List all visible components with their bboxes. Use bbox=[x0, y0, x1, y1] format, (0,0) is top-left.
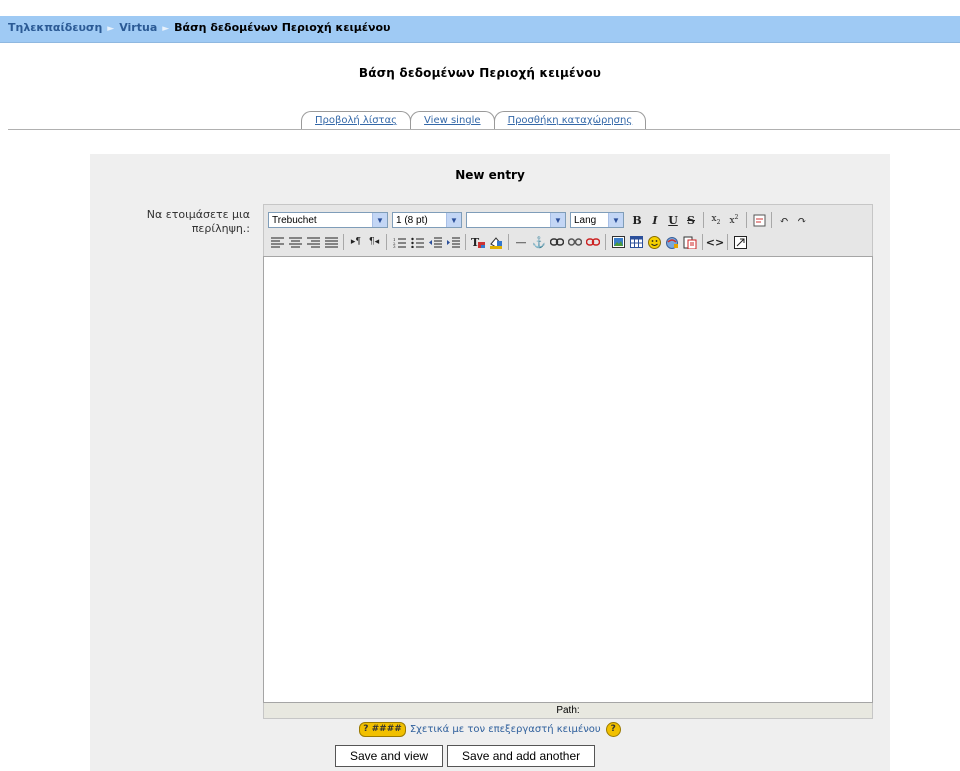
breadcrumb-separator: ► bbox=[162, 24, 170, 34]
svg-text:3: 3 bbox=[393, 244, 396, 248]
form-actions: Save and view Save and add another bbox=[335, 745, 596, 767]
align-right-icon[interactable] bbox=[304, 233, 322, 251]
editor-help-link[interactable]: Σχετικά με τον επεξεργαστή κειμένου bbox=[410, 724, 601, 735]
superscript-icon[interactable]: x2 bbox=[725, 211, 743, 229]
italic-icon[interactable]: I bbox=[646, 211, 664, 229]
keyboard-help-icon[interactable]: ? #### bbox=[359, 722, 406, 737]
horizontal-rule-icon[interactable]: — bbox=[512, 233, 530, 251]
font-size-select[interactable]: 1 (8 pt) ▼ bbox=[392, 212, 462, 228]
font-family-value: Trebuchet bbox=[272, 214, 317, 226]
breadcrumb-current: Βάση δεδομένων Περιοχή κειμένου bbox=[174, 21, 391, 34]
save-and-add-another-button[interactable]: Save and add another bbox=[447, 745, 596, 767]
toolbar-divider bbox=[771, 212, 772, 228]
align-left-icon[interactable] bbox=[268, 233, 286, 251]
ordered-list-icon[interactable]: 123 bbox=[390, 233, 408, 251]
tab-bar: Προβολή λίστας View single Προσθήκη κατα… bbox=[301, 111, 647, 130]
align-justify-icon[interactable] bbox=[322, 233, 340, 251]
align-center-icon[interactable] bbox=[286, 233, 304, 251]
editor-help: ? #### Σχετικά με τον επεξεργαστή κειμένο… bbox=[90, 722, 890, 737]
chevron-down-icon: ▼ bbox=[372, 213, 387, 227]
toolbar-divider bbox=[508, 234, 509, 250]
page-title: Βάση δεδομένων Περιοχή κειμένου bbox=[358, 66, 602, 80]
fullscreen-icon[interactable] bbox=[731, 233, 749, 251]
toolbar-divider bbox=[746, 212, 747, 228]
undo-icon[interactable]: ↶ bbox=[775, 211, 793, 229]
font-size-value: 1 (8 pt) bbox=[396, 214, 428, 226]
chevron-down-icon: ▼ bbox=[446, 213, 461, 227]
unordered-list-icon[interactable] bbox=[408, 233, 426, 251]
language-value: Lang bbox=[574, 214, 597, 226]
paragraph-format-select[interactable]: ▼ bbox=[466, 212, 566, 228]
breadcrumb-link-course[interactable]: Virtua bbox=[119, 21, 157, 34]
html-source-icon[interactable]: <> bbox=[706, 233, 724, 251]
smiley-icon[interactable] bbox=[645, 233, 663, 251]
toolbar-row-1: Trebuchet ▼ 1 (8 pt) ▼ ▼ Lang ▼ B I U S … bbox=[268, 210, 811, 230]
prevent-autolink-icon[interactable] bbox=[584, 233, 602, 251]
tab-view-single[interactable]: View single bbox=[410, 111, 495, 129]
redo-icon[interactable]: ↷ bbox=[793, 211, 811, 229]
editor-path-bar: Path: bbox=[263, 703, 873, 719]
breadcrumb-link-home[interactable]: Τηλεκπαίδευση bbox=[8, 21, 102, 34]
entry-form-panel: New entry Να ετοιμάσετε μια περίληψη.: T… bbox=[90, 154, 890, 771]
text-color-icon[interactable]: T bbox=[469, 233, 487, 251]
toolbar-row-2: ▸¶ ¶◂ 123 T — ⚓ <> bbox=[268, 232, 749, 252]
insert-character-icon[interactable] bbox=[663, 233, 681, 251]
breadcrumb: Τηλεκπαίδευση ► Virtua ► Βάση δεδομένων Περι… bbox=[0, 16, 960, 43]
paste-icon[interactable] bbox=[681, 233, 699, 251]
toolbar-divider bbox=[727, 234, 728, 250]
toolbar-divider bbox=[605, 234, 606, 250]
tab-list-view[interactable]: Προβολή λίστας bbox=[301, 111, 412, 129]
bold-icon[interactable]: B bbox=[628, 211, 646, 229]
unlink-icon[interactable] bbox=[566, 233, 584, 251]
insert-image-icon[interactable] bbox=[609, 233, 627, 251]
toolbar-divider bbox=[386, 234, 387, 250]
insert-link-icon[interactable] bbox=[548, 233, 566, 251]
chevron-down-icon: ▼ bbox=[608, 213, 623, 227]
save-and-view-button[interactable]: Save and view bbox=[335, 745, 444, 767]
html-editor: Trebuchet ▼ 1 (8 pt) ▼ ▼ Lang ▼ B I U S … bbox=[263, 204, 873, 719]
clean-word-icon[interactable] bbox=[750, 211, 768, 229]
summary-field-label: Να ετοιμάσετε μια περίληψη.: bbox=[146, 208, 250, 235]
underline-icon[interactable]: U bbox=[664, 211, 682, 229]
breadcrumb-separator: ► bbox=[107, 24, 115, 34]
background-color-icon[interactable] bbox=[487, 233, 505, 251]
toolbar-divider bbox=[343, 234, 344, 250]
ltr-direction-icon[interactable]: ▸¶ bbox=[347, 233, 365, 251]
toolbar-divider bbox=[703, 212, 704, 228]
help-question-icon[interactable]: ? bbox=[605, 722, 621, 737]
editor-content-area[interactable] bbox=[263, 256, 873, 703]
form-title: New entry bbox=[455, 168, 525, 182]
font-family-select[interactable]: Trebuchet ▼ bbox=[268, 212, 388, 228]
tab-add-entry[interactable]: Προσθήκη καταχώρησης bbox=[493, 111, 647, 129]
toolbar-divider bbox=[702, 234, 703, 250]
toolbar-divider bbox=[465, 234, 466, 250]
strikethrough-icon[interactable]: S bbox=[682, 211, 700, 229]
anchor-icon[interactable]: ⚓ bbox=[530, 233, 548, 251]
rtl-direction-icon[interactable]: ¶◂ bbox=[365, 233, 383, 251]
subscript-icon[interactable]: x2 bbox=[707, 211, 725, 229]
outdent-icon[interactable] bbox=[426, 233, 444, 251]
insert-table-icon[interactable] bbox=[627, 233, 645, 251]
indent-icon[interactable] bbox=[444, 233, 462, 251]
editor-toolbar: Trebuchet ▼ 1 (8 pt) ▼ ▼ Lang ▼ B I U S … bbox=[263, 204, 873, 256]
chevron-down-icon: ▼ bbox=[550, 213, 565, 227]
language-select[interactable]: Lang ▼ bbox=[570, 212, 624, 228]
